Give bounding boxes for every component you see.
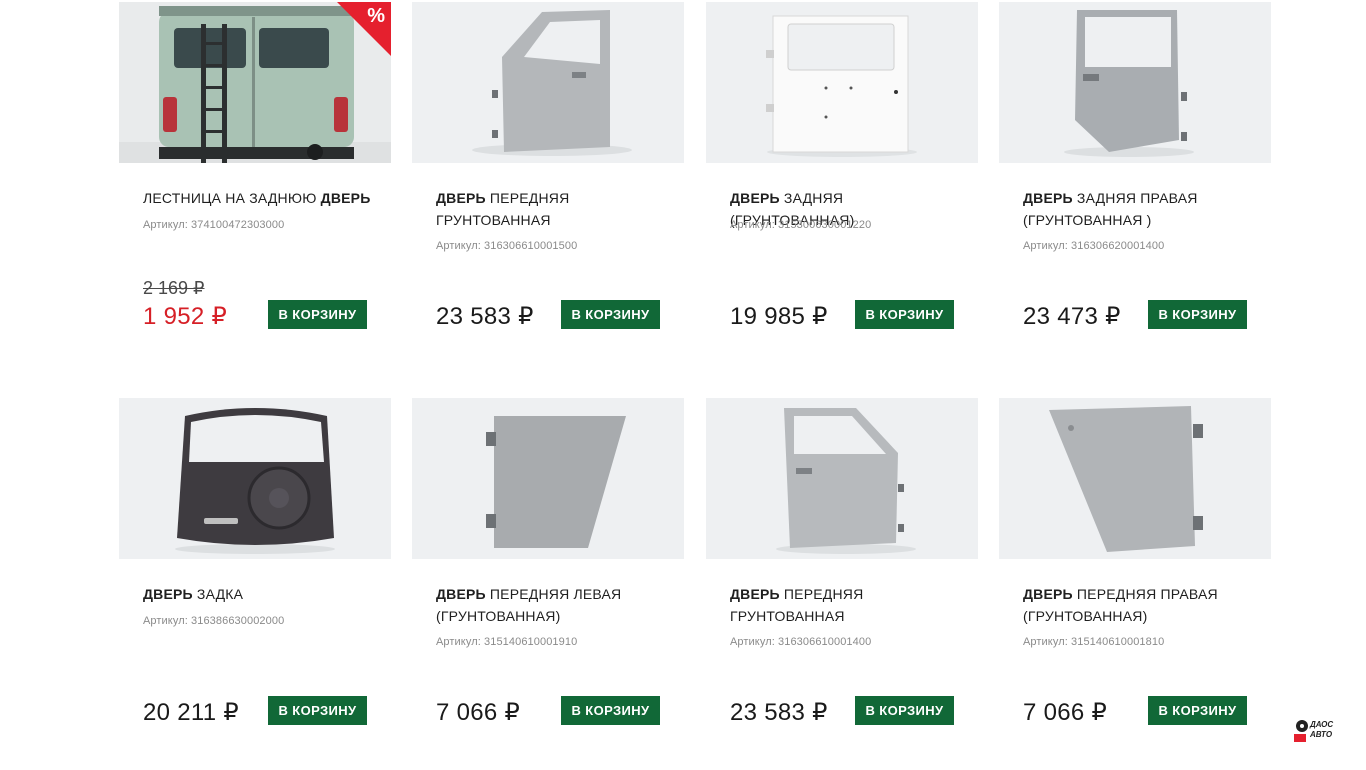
product-sku: Артикул: 315140610001810: [1023, 636, 1165, 648]
product-card: ДВЕРЬ ПЕРЕДНЯЯ ГРУНТОВАННАЯ Артикул: 316…: [706, 398, 978, 770]
watermark-text: ДАОС АВТО: [1310, 720, 1334, 739]
product-price: 7 066 ₽: [436, 699, 521, 726]
product-price: 23 583 ₽: [436, 303, 534, 330]
product-sku: Артикул: 315300630001220: [730, 219, 872, 231]
product-image[interactable]: [999, 2, 1271, 163]
product-title[interactable]: ДВЕРЬ ПЕРЕДНЯЯ ГРУНТОВАННАЯ: [730, 583, 965, 627]
tailgate-image: [119, 398, 391, 559]
product-image[interactable]: [706, 2, 978, 163]
title-bold: ДВЕРЬ: [730, 190, 780, 206]
product-sku: Артикул: 316306610001400: [730, 636, 872, 648]
title-bold: ДВЕРЬ: [143, 586, 193, 602]
title-bold: ДВЕРЬ: [436, 586, 486, 602]
add-to-cart-button[interactable]: В КОРЗИНУ: [1148, 300, 1247, 329]
product-price: 23 583 ₽: [730, 699, 828, 726]
product-price: 19 985 ₽: [730, 303, 828, 330]
rear-door-image: [706, 2, 978, 163]
old-price: 2 169 ₽: [143, 278, 205, 298]
product-card: ДВЕРЬ ПЕРЕДНЯЯ ЛЕВАЯ (ГРУНТОВАННАЯ) Арти…: [412, 398, 684, 770]
product-price: 20 211 ₽: [143, 699, 239, 726]
product-card: ДВЕРЬ ЗАДНЯЯ (ГРУНТОВАННАЯ) Артикул: 315…: [706, 2, 978, 374]
discount-badge-label: %: [367, 5, 385, 27]
product-card: ДВЕРЬ ПЕРЕДНЯЯ ГРУНТОВАННАЯ Артикул: 316…: [412, 2, 684, 374]
product-title[interactable]: ДВЕРЬ ЗАДКА: [143, 583, 378, 605]
product-sku: Артикул: 316386630002000: [143, 615, 285, 627]
product-image[interactable]: [706, 398, 978, 559]
title-bold: ДВЕРЬ: [436, 190, 486, 206]
discount-badge[interactable]: %: [337, 2, 391, 56]
add-to-cart-button[interactable]: В КОРЗИНУ: [1148, 696, 1247, 725]
product-image[interactable]: [119, 398, 391, 559]
product-card: ДВЕРЬ ПЕРЕДНЯЯ ПРАВАЯ (ГРУНТОВАННАЯ) Арт…: [999, 398, 1271, 770]
title-bold: ДВЕРЬ: [730, 586, 780, 602]
product-image[interactable]: [999, 398, 1271, 559]
add-to-cart-button[interactable]: В КОРЗИНУ: [268, 300, 367, 329]
add-to-cart-button[interactable]: В КОРЗИНУ: [268, 696, 367, 725]
product-sku: Артикул: 316306620001400: [1023, 240, 1165, 252]
add-to-cart-button[interactable]: В КОРЗИНУ: [561, 300, 660, 329]
door-panel-left-image: [412, 398, 684, 559]
add-to-cart-button[interactable]: В КОРЗИНУ: [561, 696, 660, 725]
product-card: % ЛЕСТНИЦА НА ЗАДНЮЮ ДВЕРЬ Артикул: 3741…: [119, 2, 391, 374]
product-title[interactable]: ДВЕРЬ ПЕРЕДНЯЯ ПРАВАЯ (ГРУНТОВАННАЯ): [1023, 583, 1258, 627]
add-to-cart-button[interactable]: В КОРЗИНУ: [855, 696, 954, 725]
product-title[interactable]: ДВЕРЬ ЗАДНЯЯ ПРАВАЯ (ГРУНТОВАННАЯ ): [1023, 187, 1258, 231]
product-title[interactable]: ДВЕРЬ ПЕРЕДНЯЯ ЛЕВАЯ (ГРУНТОВАННАЯ): [436, 583, 671, 627]
product-sku: Артикул: 316306610001500: [436, 240, 578, 252]
title-rest: ЗАДКА: [192, 586, 244, 602]
product-title[interactable]: ДВЕРЬ ПЕРЕДНЯЯ ГРУНТОВАННАЯ: [436, 187, 671, 231]
product-image[interactable]: [412, 2, 684, 163]
product-price: 1 952 ₽: [143, 303, 228, 330]
product-image[interactable]: [412, 398, 684, 559]
product-card: ДВЕРЬ ЗАДКА Артикул: 316386630002000 20 …: [119, 398, 391, 770]
door-panel-right-image: [999, 398, 1271, 559]
title-bold: ДВЕРЬ: [320, 190, 371, 206]
product-sku: Артикул: 374100472303000: [143, 219, 285, 231]
rear-right-door-image: [999, 2, 1271, 163]
product-sku: Артикул: 315140610001910: [436, 636, 578, 648]
title-bold: ДВЕРЬ: [1023, 586, 1073, 602]
front-door-image: [412, 2, 684, 163]
product-title[interactable]: ЛЕСТНИЦА НА ЗАДНЮЮ ДВЕРЬ: [143, 187, 378, 209]
add-to-cart-button[interactable]: В КОРЗИНУ: [855, 300, 954, 329]
front-door-right-image: [706, 398, 978, 559]
product-price: 23 473 ₽: [1023, 303, 1121, 330]
product-price: 7 066 ₽: [1023, 699, 1108, 726]
title-bold: ДВЕРЬ: [1023, 190, 1073, 206]
title-text: ЛЕСТНИЦА НА ЗАДНЮЮ: [143, 190, 321, 206]
product-card: ДВЕРЬ ЗАДНЯЯ ПРАВАЯ (ГРУНТОВАННАЯ ) Арти…: [999, 2, 1271, 374]
watermark-logo: ДАОС АВТО: [1292, 716, 1344, 746]
